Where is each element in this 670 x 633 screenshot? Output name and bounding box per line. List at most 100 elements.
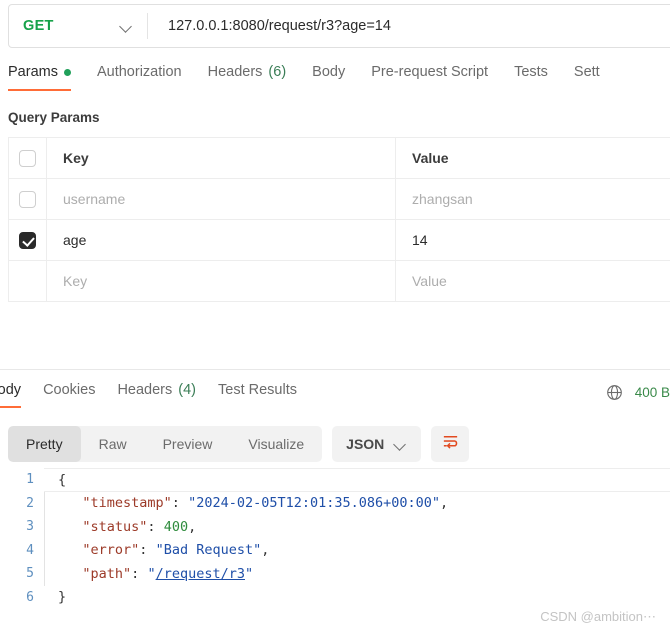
param-key-input[interactable]: age bbox=[47, 220, 396, 260]
token-s: " bbox=[244, 565, 254, 582]
response-status-area: 400 B bbox=[606, 384, 670, 401]
code-line-content: "path": "/request/r3" bbox=[44, 562, 670, 586]
row-checkbox-cell[interactable] bbox=[9, 179, 47, 219]
token-n: 400 bbox=[163, 518, 189, 535]
table-row[interactable]: age 14 bbox=[9, 220, 670, 261]
request-tab-authorization[interactable]: Authorization bbox=[97, 62, 182, 91]
code-line-content: "timestamp": "2024-02-05T12:01:35.086+00… bbox=[44, 491, 670, 515]
row-checkbox-unchecked[interactable] bbox=[19, 190, 36, 208]
tab-label: Test Results bbox=[218, 382, 297, 398]
token-p: } bbox=[58, 589, 67, 606]
request-tab-params[interactable]: Params bbox=[8, 62, 71, 91]
token-p: { bbox=[58, 471, 67, 488]
response-tab-headers[interactable]: Headers (4) bbox=[117, 380, 196, 408]
response-body-editor[interactable]: 1{2 "timestamp": "2024-02-05T12:01:35.08… bbox=[0, 468, 670, 608]
pane-divider[interactable] bbox=[0, 369, 670, 370]
format-selector[interactable]: JSON bbox=[332, 426, 422, 462]
view-mode-segmented-control: Pretty Raw Preview Visualize bbox=[8, 426, 323, 462]
response-tab-test-results[interactable]: Test Results bbox=[218, 380, 297, 408]
wrap-lines-button[interactable] bbox=[431, 426, 470, 462]
line-number: 3 bbox=[26, 519, 34, 535]
code-line: 1{ bbox=[0, 468, 670, 492]
request-tab-sett[interactable]: Sett bbox=[574, 62, 600, 91]
tab-badge-count: (6) bbox=[268, 64, 287, 80]
code-line: 4 "error": "Bad Request", bbox=[0, 538, 670, 562]
code-line: 5 "path": "/request/r3" bbox=[0, 562, 670, 586]
column-header-value: Value bbox=[412, 150, 449, 166]
line-number: 1 bbox=[26, 472, 34, 488]
row-checkbox-cell[interactable] bbox=[9, 220, 47, 260]
request-tab-pre-request-script[interactable]: Pre-request Script bbox=[371, 62, 488, 91]
view-mode-pretty[interactable]: Pretty bbox=[8, 426, 81, 462]
param-key-input[interactable]: username bbox=[47, 179, 396, 219]
tab-label: Headers bbox=[207, 64, 263, 80]
code-tokens: "error": "Bad Request", bbox=[58, 542, 269, 558]
fold-guide bbox=[44, 468, 58, 492]
select-all-checkbox[interactable] bbox=[19, 149, 36, 167]
globe-icon bbox=[606, 384, 623, 401]
token-p: , bbox=[440, 495, 449, 512]
response-view-toolbar: Pretty Raw Preview Visualize JSON bbox=[8, 426, 470, 462]
token-p: , bbox=[188, 518, 197, 535]
tab-label: Sett bbox=[573, 64, 600, 80]
token-s: "2024-02-05T12:01:35.086+00:00" bbox=[188, 495, 441, 512]
param-value-input[interactable]: Value bbox=[396, 261, 670, 301]
request-url-bar: GET 127.0.0.1:8080/request/r3?age=14 bbox=[8, 4, 670, 48]
tab-label: Tests bbox=[514, 64, 548, 80]
table-row[interactable]: username zhangsan bbox=[9, 179, 670, 220]
param-value-input[interactable]: zhangsan bbox=[396, 179, 670, 219]
token-p: , bbox=[261, 542, 270, 559]
unsaved-changes-dot-icon bbox=[63, 68, 71, 76]
view-mode-preview[interactable]: Preview bbox=[145, 426, 231, 462]
fold-guide bbox=[44, 538, 58, 562]
request-tab-body[interactable]: Body bbox=[312, 62, 345, 91]
code-line-content: { bbox=[44, 468, 670, 492]
tab-label: Body bbox=[0, 382, 22, 398]
fold-guide bbox=[44, 491, 58, 515]
request-tab-tests[interactable]: Tests bbox=[514, 62, 548, 91]
row-checkbox-cell bbox=[9, 261, 47, 301]
tab-label: Pre-request Script bbox=[371, 64, 489, 80]
param-key-input[interactable]: Key bbox=[47, 261, 396, 301]
token-k: "error" bbox=[82, 542, 140, 559]
code-line-content: "error": "Bad Request", bbox=[44, 538, 670, 562]
token-p: : bbox=[171, 495, 189, 512]
token-k: "path" bbox=[82, 565, 132, 582]
token-s: "Bad Request" bbox=[155, 542, 262, 559]
table-row[interactable]: Key Value bbox=[9, 261, 670, 302]
token-p: : bbox=[131, 565, 148, 582]
code-line-content: "status": 400, bbox=[44, 515, 670, 539]
response-tab-body[interactable]: Body bbox=[0, 380, 22, 408]
tab-label: Params bbox=[8, 64, 58, 80]
http-method-selector[interactable]: GET bbox=[9, 5, 147, 47]
url-input[interactable]: 127.0.0.1:8080/request/r3?age=14 bbox=[148, 18, 670, 34]
request-tab-headers[interactable]: Headers (6) bbox=[208, 62, 287, 91]
fold-guide bbox=[44, 586, 58, 610]
code-tokens: "status": 400, bbox=[58, 519, 196, 535]
code-line: 2 "timestamp": "2024-02-05T12:01:35.086+… bbox=[0, 491, 670, 515]
code-line: 3 "status": 400, bbox=[0, 515, 670, 539]
chevron-down-icon bbox=[120, 20, 133, 33]
token-lnk[interactable]: /request/r3 bbox=[156, 566, 245, 582]
tab-label: Body bbox=[312, 64, 346, 80]
code-line-content: } bbox=[44, 586, 670, 610]
fold-guide bbox=[44, 515, 58, 539]
response-tab-cookies[interactable]: Cookies bbox=[43, 380, 95, 408]
format-label: JSON bbox=[346, 436, 385, 452]
tab-label: Headers bbox=[117, 382, 173, 398]
view-mode-raw[interactable]: Raw bbox=[81, 426, 145, 462]
token-p: : bbox=[147, 518, 164, 535]
tab-badge-count: (4) bbox=[178, 382, 196, 398]
watermark-text: CSDN @ambition⋯ bbox=[540, 609, 656, 624]
line-number: 5 bbox=[26, 566, 34, 582]
table-header-row: Key Value bbox=[9, 138, 670, 179]
token-k: "timestamp" bbox=[82, 495, 172, 512]
view-mode-visualize[interactable]: Visualize bbox=[230, 426, 322, 462]
code-tokens: "path": "/request/r3" bbox=[58, 566, 253, 582]
row-checkbox-checked[interactable] bbox=[19, 231, 36, 249]
token-p: : bbox=[139, 542, 156, 559]
http-method-label: GET bbox=[23, 18, 54, 34]
param-value-input[interactable]: 14 bbox=[396, 220, 670, 260]
query-params-title: Query Params bbox=[8, 110, 100, 125]
select-all-cell[interactable] bbox=[9, 138, 47, 178]
